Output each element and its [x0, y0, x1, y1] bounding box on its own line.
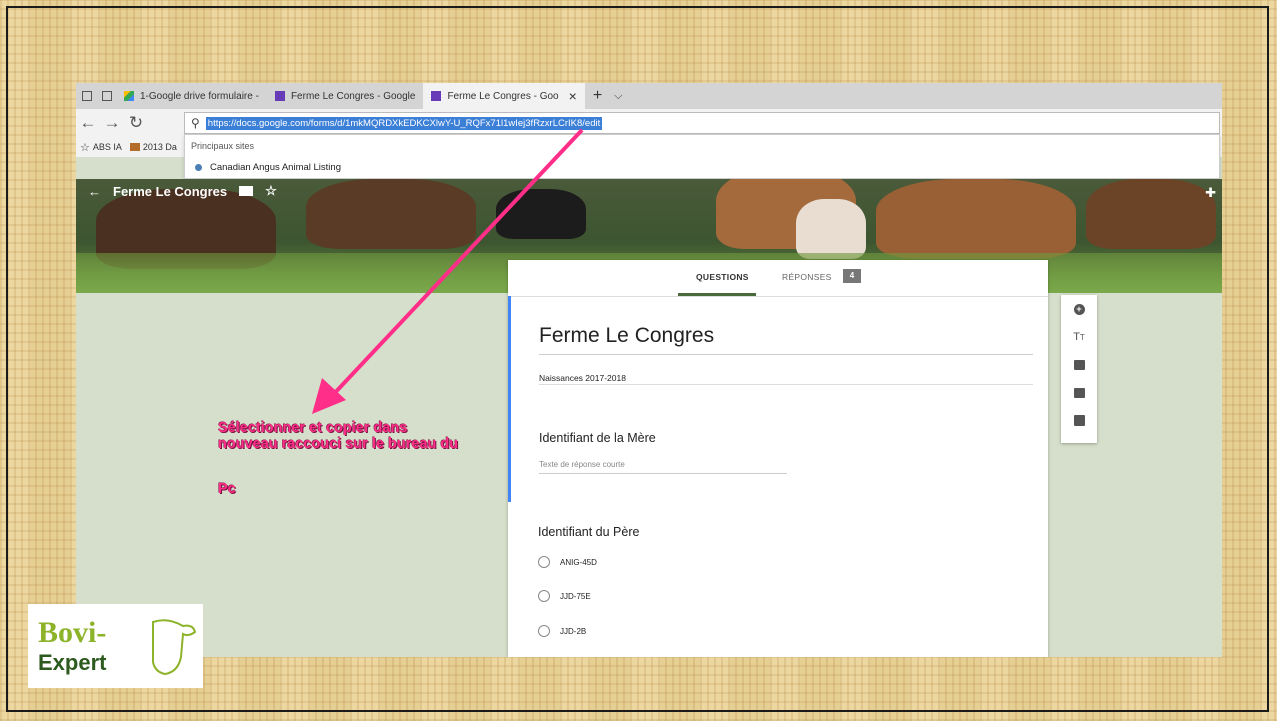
logo-line2: Expert	[38, 650, 107, 675]
addon-icon[interactable]: ✚	[1205, 185, 1216, 201]
suggestions-header: Principaux sites	[191, 141, 255, 151]
app-header: ← Ferme Le Congres ☆	[88, 183, 277, 199]
address-url[interactable]: https://docs.google.com/forms/d/1mkMQRDX…	[205, 116, 603, 130]
cow-image	[876, 179, 1076, 259]
question-title[interactable]: Identifiant de la Mère	[539, 431, 656, 445]
short-answer-placeholder: Texte de réponse courte	[539, 460, 625, 469]
back-arrow-icon[interactable]: ←	[88, 184, 101, 199]
option-label: ANIG-45D	[560, 557, 597, 567]
cow-head-logo-icon	[152, 619, 197, 676]
tab-label: 1-Google drive formulaire -	[140, 90, 259, 102]
cow-image	[796, 199, 866, 259]
refresh-icon[interactable]: ↻	[124, 113, 148, 133]
address-bar[interactable]: ⚲ https://docs.google.com/forms/d/1mkMQR…	[184, 112, 1220, 134]
favorite-label: ABS IA	[92, 142, 122, 152]
cow-image	[306, 179, 476, 249]
app-title: Ferme Le Congres	[113, 183, 228, 199]
annotation-text: Sélectionner et copier dans	[218, 420, 408, 436]
favorite-2013[interactable]: 2013 Da	[126, 142, 181, 152]
annotation-text: Pc	[218, 481, 236, 497]
form-title[interactable]: Ferme Le Congres	[539, 324, 714, 348]
option-label: JJD-2B	[560, 626, 587, 636]
site-icon	[195, 164, 202, 171]
address-suggestions: Principaux sites Canadian Angus Animal L…	[184, 134, 1220, 179]
radio-option[interactable]: ANIG-45D	[538, 556, 597, 568]
option-label: JJD-75E	[560, 591, 591, 601]
tab-label: Ferme Le Congres - Google	[290, 90, 416, 102]
form-card: QUESTIONS RÉPONSES 4 Ferme Le Congres Na…	[508, 260, 1048, 657]
suggestion-item[interactable]: Canadian Angus Animal Listing	[195, 162, 341, 173]
logo-line1: Bovi-	[38, 616, 107, 649]
cow-image	[496, 189, 586, 239]
tab-form-2[interactable]: Ferme Le Congres - Goo ×	[423, 83, 585, 109]
add-image-icon[interactable]	[1061, 359, 1097, 373]
bovi-expert-logo: Bovi- Expert	[28, 604, 203, 688]
browser-screenshot: 1-Google drive formulaire - Ferme Le Con…	[76, 83, 1222, 657]
navigation-bar: ← → ↻ ⚲ https://docs.google.com/forms/d/…	[76, 109, 1222, 137]
favorite-label: 2013 Da	[142, 142, 177, 152]
response-count-badge: 4	[843, 269, 861, 283]
answer-underline	[539, 473, 787, 474]
tab-bar: 1-Google drive formulaire - Ferme Le Con…	[76, 83, 1222, 109]
add-section-icon[interactable]	[1061, 415, 1097, 429]
add-video-icon[interactable]	[1061, 387, 1097, 401]
add-question-icon[interactable]: +	[1061, 301, 1097, 315]
star-icon[interactable]: ☆	[265, 183, 277, 199]
folder-icon	[129, 143, 140, 151]
divider	[539, 384, 1033, 385]
star-icon: ☆	[80, 141, 90, 154]
tab-preview-icon[interactable]	[82, 91, 92, 101]
chevron-down-icon[interactable]: ⌵	[610, 90, 626, 103]
close-icon[interactable]: ×	[569, 88, 577, 104]
tab-responses[interactable]: RÉPONSES	[782, 272, 832, 282]
search-icon: ⚲	[191, 116, 200, 130]
radio-option[interactable]: JJD-75E	[538, 590, 591, 602]
tab-form-1[interactable]: Ferme Le Congres - Google	[267, 83, 424, 109]
google-forms-icon	[274, 91, 285, 101]
title-block[interactable]: Ferme Le Congres Naissances 2017-2018 Id…	[508, 296, 1051, 502]
radio-button[interactable]	[538, 556, 550, 568]
tab-questions[interactable]: QUESTIONS	[696, 272, 749, 282]
favorite-abs-ia[interactable]: ☆ ABS IA	[76, 141, 126, 154]
cow-image	[1086, 179, 1216, 249]
question-title[interactable]: Identifiant du Père	[538, 525, 639, 539]
set-aside-tabs-icon[interactable]	[102, 91, 112, 101]
folder-icon[interactable]	[239, 186, 254, 196]
google-drive-icon	[124, 91, 134, 101]
forward-icon[interactable]: →	[100, 113, 124, 133]
new-tab-icon[interactable]: +	[585, 87, 610, 105]
tab-label: Ferme Le Congres - Goo	[447, 90, 559, 102]
back-icon[interactable]: ←	[76, 113, 100, 133]
google-forms-icon	[431, 91, 442, 101]
divider	[539, 354, 1033, 355]
tab-drive[interactable]: 1-Google drive formulaire -	[116, 83, 267, 109]
form-description[interactable]: Naissances 2017-2018	[539, 373, 626, 383]
form-tabs: QUESTIONS RÉPONSES 4	[508, 260, 1048, 297]
radio-button[interactable]	[538, 625, 550, 637]
form-side-toolbar: + TT	[1061, 295, 1097, 443]
add-title-icon[interactable]: TT	[1061, 331, 1097, 343]
suggestion-label: Canadian Angus Animal Listing	[210, 162, 341, 173]
radio-option[interactable]: JJD-2B	[538, 625, 586, 637]
radio-button[interactable]	[538, 590, 550, 602]
annotation-text: nouveau raccouci sur le bureau du	[218, 436, 459, 452]
